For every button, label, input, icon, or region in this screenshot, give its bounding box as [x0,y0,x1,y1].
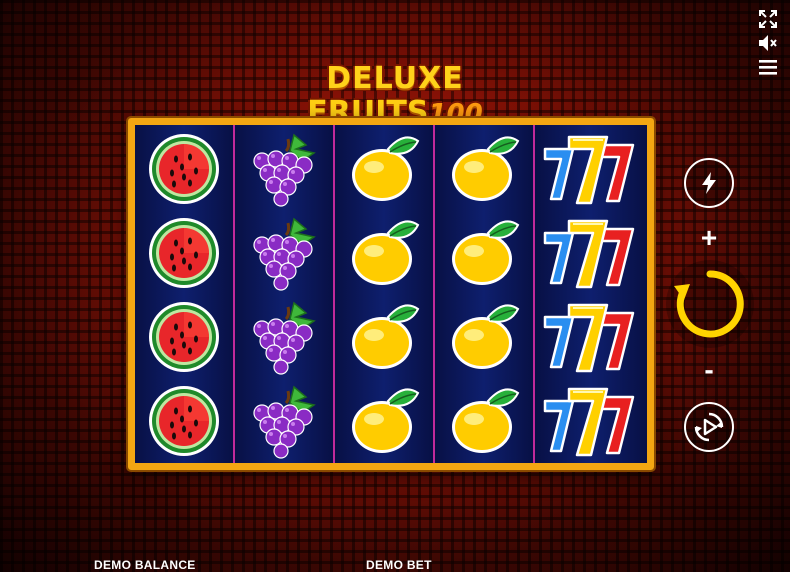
reel-2 [235,125,335,463]
seven-symbol [535,295,647,378]
turbo-button[interactable] [684,158,734,208]
reel-3 [335,125,435,463]
top-right-toolbar [758,10,778,82]
lemon-symbol [435,295,533,378]
watermelon-symbol [135,379,233,462]
seven-symbol [535,379,647,462]
autoplay-icon [694,412,724,442]
seven-symbol [535,127,647,210]
watermelon-symbol [135,211,233,294]
menu-icon[interactable] [758,58,778,76]
grapes-symbol [235,379,333,462]
grapes-symbol [235,211,333,294]
fullscreen-icon[interactable] [758,10,778,28]
lemon-symbol [335,295,433,378]
lemon-symbol [435,127,533,210]
logo-line1: DELUXE [326,61,464,96]
lemon-symbol [335,127,433,210]
lightning-icon [702,172,716,194]
watermelon-symbol [135,295,233,378]
bet-increase-button[interactable]: + [693,222,725,254]
lemon-symbol [435,211,533,294]
lemon-symbol [335,211,433,294]
spin-icon [674,270,744,338]
watermelon-symbol [135,127,233,210]
reels-frame [128,118,654,470]
plus-label: + [700,222,718,253]
sound-muted-icon[interactable] [758,34,778,52]
reel-1 [135,125,235,463]
lemon-symbol [435,379,533,462]
demo-bet-label: DEMO BET [366,558,432,572]
seven-symbol [535,211,647,294]
autoplay-button[interactable] [684,402,734,452]
reel-5 [535,125,647,463]
lemon-symbol [335,379,433,462]
bet-decrease-button[interactable]: - [693,354,725,386]
demo-balance-label: DEMO BALANCE [94,558,196,572]
grapes-symbol [235,295,333,378]
grapes-symbol [235,127,333,210]
reel-4 [435,125,535,463]
minus-label: - [704,354,714,385]
spin-button[interactable] [666,260,754,348]
